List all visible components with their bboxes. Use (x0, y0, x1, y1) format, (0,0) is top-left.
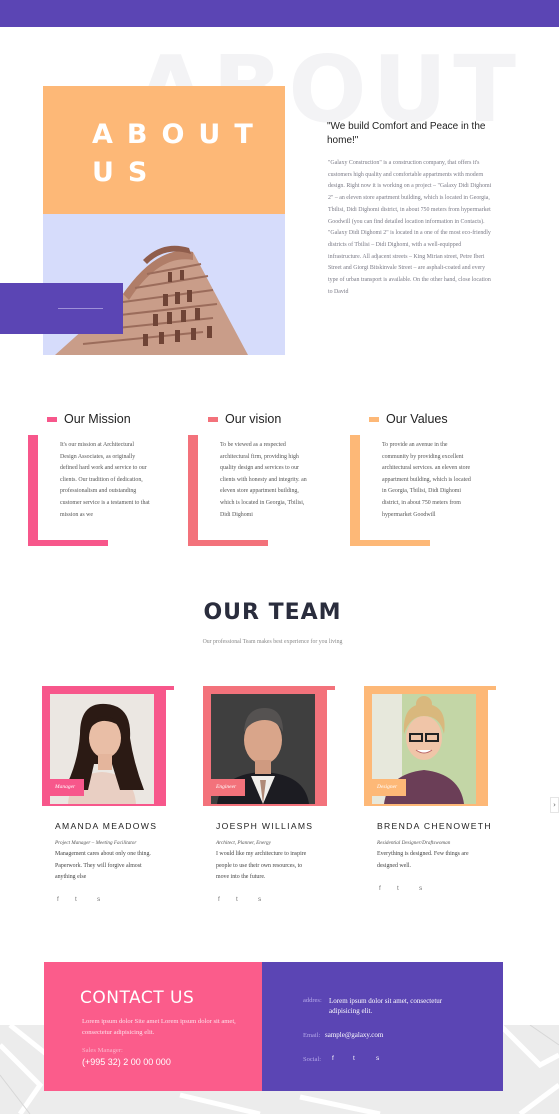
about-description: "Galaxy Construction" is a construction … (328, 160, 492, 295)
values-accent-bar (350, 435, 360, 546)
member-card-dot (488, 686, 496, 690)
member-card-dot (166, 686, 174, 690)
member-role: Project Manager – Meeting Facilitator (55, 840, 137, 846)
member-role: Residential Designer/Draftswoman (377, 840, 451, 846)
contact-description: Lorem ipsum dolor Site amet Lorem ipsum … (82, 1018, 236, 1036)
contact-panel-right (262, 962, 503, 1091)
member-tag: Designer (372, 779, 406, 796)
top-navigation-bar (0, 0, 559, 27)
vision-title: Our vision (225, 412, 282, 426)
skype-icon[interactable]: s (376, 1055, 379, 1062)
member-name: AMANDA MEADOWS (55, 821, 158, 831)
mission-text: It's our mission at Architectural Design… (60, 442, 150, 518)
values-accent-bottom (350, 540, 430, 546)
email-label: Email: (303, 1032, 321, 1039)
member-role: Architect, Planner, Energy (216, 840, 271, 846)
mission-title: Our Mission (64, 412, 131, 426)
twitter-icon[interactable]: t (397, 885, 399, 892)
twitter-icon[interactable]: t (236, 896, 238, 903)
about-title: ABOUT US (92, 119, 267, 188)
member-name: JOESPH WILLIAMS (216, 821, 314, 831)
team-title: OUR TEAM (203, 600, 342, 625)
member-tag: Manager (50, 779, 84, 796)
chevron-right-icon[interactable]: › (550, 797, 559, 813)
values-text: To provide an avenue in the community by… (382, 442, 471, 518)
twitter-icon[interactable]: t (75, 896, 77, 903)
twitter-icon[interactable]: t (353, 1055, 355, 1062)
skype-icon[interactable]: s (419, 885, 422, 892)
vision-accent-bottom (188, 540, 268, 546)
member-description: Management cares about only one thing. P… (55, 851, 151, 881)
vision-accent-bar (188, 435, 198, 546)
facebook-icon[interactable]: f (379, 885, 381, 892)
values-bullet (369, 417, 379, 422)
skype-icon[interactable]: s (97, 896, 100, 903)
values-title: Our Values (386, 412, 448, 426)
facebook-icon[interactable]: f (218, 896, 220, 903)
address-value: Lorem ipsum dolor sit amet, consectetur … (329, 997, 443, 1015)
contact-title: CONTACT US (80, 988, 195, 1008)
mission-accent-bar (28, 435, 38, 546)
mission-bullet (47, 417, 57, 422)
member-name: BRENDA CHENOWETH (377, 821, 492, 831)
member-description: I would like my architecture to inspire … (216, 851, 307, 881)
vision-bullet (208, 417, 218, 422)
address-label: addres: (303, 997, 322, 1004)
email-link[interactable]: sample@galaxy.com (325, 1031, 383, 1041)
team-subtitle: Our professional Team makes best experie… (202, 639, 343, 645)
sales-manager-label: Sales Manager: (82, 1047, 123, 1054)
member-card-dot (327, 686, 335, 690)
mission-accent-bottom (28, 540, 108, 546)
skype-icon[interactable]: s (258, 896, 261, 903)
member-description: Everything is designed. Few things are d… (377, 851, 469, 869)
member-tag: Engineer (211, 779, 245, 796)
about-accent-line (58, 308, 103, 309)
social-label: Social: (303, 1056, 322, 1063)
sales-phone-number[interactable]: (+995 32) 2 00 00 000 (82, 1057, 171, 1067)
facebook-icon[interactable]: f (332, 1055, 334, 1062)
about-quote: "We build Comfort and Peace in the home!… (327, 121, 486, 146)
facebook-icon[interactable]: f (57, 896, 59, 903)
vision-text: To be viewed as a respected architectura… (220, 442, 307, 518)
